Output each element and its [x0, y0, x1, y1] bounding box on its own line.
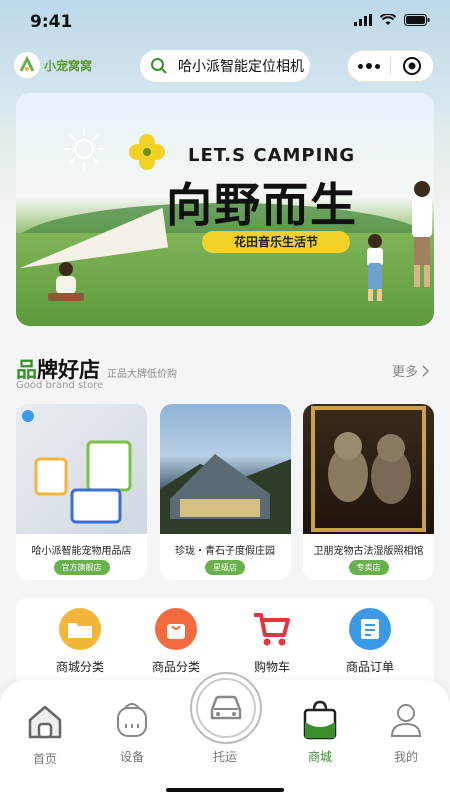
- running-child-figure: [367, 234, 383, 301]
- signal-icon: [354, 14, 372, 26]
- flower-icon: [129, 134, 165, 170]
- user-icon: [390, 704, 422, 737]
- category-label: 商城分类: [55, 660, 104, 674]
- category-label: 商品分类: [151, 660, 200, 674]
- category-label: 商品订单: [345, 660, 394, 674]
- brand-english-subtitle: Good brand store: [16, 380, 104, 391]
- banner-headline: 向野而生: [166, 178, 358, 232]
- standing-adult-figure: [412, 181, 432, 287]
- order-icon: [349, 608, 391, 650]
- tab-home[interactable]: 首页: [10, 702, 80, 767]
- search-bar[interactable]: 哈小派智能定位相机: [140, 50, 310, 82]
- category-goods[interactable]: 商品分类: [136, 608, 216, 675]
- miniprogram-capsule: [347, 50, 434, 82]
- chevron-right-icon: [422, 364, 430, 377]
- tab-mine[interactable]: 我的: [371, 700, 441, 765]
- promo-banner[interactable]: LET.S CAMPING 向野而生 花田音乐生活节: [16, 93, 434, 326]
- home-indicator: [166, 788, 284, 792]
- cart-icon: [251, 608, 293, 650]
- search-icon: [151, 58, 167, 74]
- shop-tag-badge: 星级店: [205, 560, 245, 575]
- shop-name: 卫朋宠物古法湿版照相馆: [313, 546, 424, 557]
- tab-label: 托运: [212, 750, 237, 764]
- home-icon: [28, 705, 62, 739]
- shop-image-pet-products: [16, 404, 147, 534]
- brand-shop-list: 哈小派智能宠物用品店 官方旗舰店 珍珑・青石子度假庄园 星级店 卫朋宠物古法湿版…: [16, 404, 434, 580]
- seated-woman-figure: [48, 262, 84, 301]
- more-menu-icon[interactable]: [348, 63, 390, 69]
- search-text: 哈小派智能定位相机: [178, 59, 304, 75]
- tab-device[interactable]: 设备: [97, 700, 167, 765]
- category-mall[interactable]: 商城分类: [40, 608, 120, 675]
- sun-doodle-icon: [64, 129, 104, 169]
- shop-name: 哈小派智能宠物用品店: [31, 546, 132, 557]
- tab-mall[interactable]: 商城: [285, 698, 355, 765]
- shopping-bag-icon: [303, 700, 337, 740]
- brand-title-first-char: 品: [16, 358, 37, 382]
- status-time: 9:41: [30, 12, 73, 32]
- banner-lets-camping: LET.S CAMPING: [188, 145, 356, 166]
- shop-tag-badge: 官方旗舰店: [53, 560, 110, 575]
- tab-label: 我的: [393, 750, 418, 764]
- transport-center-button[interactable]: [190, 672, 262, 744]
- logo-mark-icon: [14, 52, 40, 78]
- logo-text: 小宠窝窝: [44, 58, 93, 73]
- shop-tag-badge: 专卖店: [348, 560, 389, 575]
- shop-image-resort: [159, 404, 291, 534]
- tab-label: 首页: [32, 752, 57, 766]
- close-target-icon[interactable]: [391, 56, 433, 76]
- tab-transport[interactable]: 托运: [190, 744, 260, 765]
- battery-icon: [404, 14, 430, 26]
- category-orders[interactable]: 商品订单: [330, 608, 410, 675]
- category-label: 购物车: [253, 660, 290, 674]
- banner-festival-pill: 花田音乐生活节: [202, 231, 350, 253]
- more-label: 更多: [392, 365, 419, 380]
- shop-image-cat-portrait: [303, 404, 434, 534]
- car-icon: [196, 678, 256, 738]
- category-cart[interactable]: 购物车: [232, 608, 312, 675]
- shop-card[interactable]: 哈小派智能宠物用品店 官方旗舰店: [16, 404, 147, 580]
- device-icon: [117, 703, 147, 737]
- wifi-icon: [380, 14, 396, 25]
- tab-label: 设备: [119, 750, 144, 764]
- brand-title-rest: 牌好店: [37, 358, 100, 382]
- status-icons: [354, 14, 430, 26]
- shop-card[interactable]: 珍珑・青石子度假庄园 星级店: [159, 404, 291, 580]
- shop-card[interactable]: 卫朋宠物古法湿版照相馆 专卖店: [303, 404, 434, 580]
- app-logo[interactable]: 小宠窝窝: [14, 52, 92, 78]
- tab-label: 商城: [307, 750, 332, 764]
- brand-more-link[interactable]: 更多: [392, 361, 430, 380]
- brand-subtitle: 正品大牌低价购: [107, 369, 177, 380]
- status-bar: 9:41: [0, 0, 450, 44]
- folder-icon: [59, 608, 101, 650]
- shop-name: 珍珑・青石子度假庄园: [175, 546, 275, 557]
- shopping-bag-icon: [155, 608, 197, 650]
